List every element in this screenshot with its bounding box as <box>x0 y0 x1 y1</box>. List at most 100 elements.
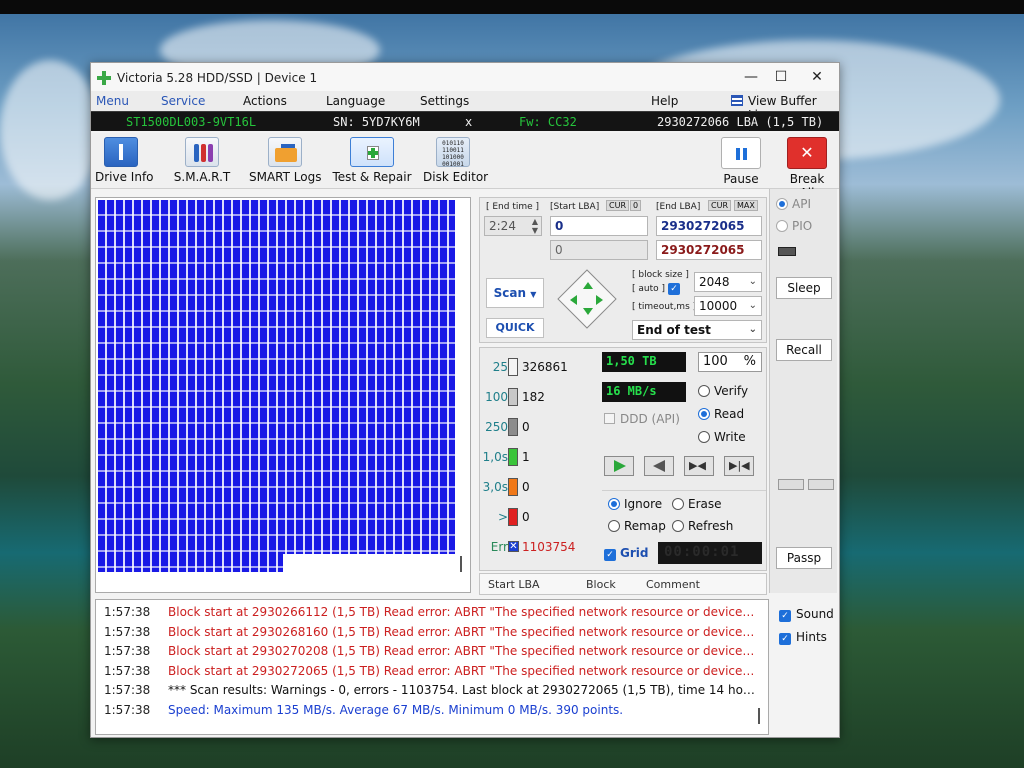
recall-button[interactable]: Recall <box>776 339 832 361</box>
remap-radio[interactable]: Remap <box>608 519 666 533</box>
menu-menu[interactable]: Menu <box>96 94 129 108</box>
radio-dot <box>672 520 684 532</box>
legend-swatch[interactable] <box>508 448 518 466</box>
end-max-badge[interactable]: MAX <box>734 200 758 211</box>
log-entry[interactable]: 1:57:38 Block start at 2930272065 (1,5 TB… <box>96 662 768 682</box>
direction-pad[interactable] <box>557 269 617 329</box>
jump-button[interactable]: ▶◀ <box>684 456 714 476</box>
end-lba-field[interactable]: 2930272065 <box>656 216 762 236</box>
drive-info-icon <box>104 137 138 167</box>
arrow-left-icon[interactable] <box>570 295 577 305</box>
legend-row: 3,0s 0 <box>480 478 600 498</box>
scan-button[interactable]: Scan ▼ <box>486 278 544 308</box>
log-entry[interactable]: 1:57:38 Speed: Maximum 135 MB/s. Average … <box>96 701 768 721</box>
legend-swatch[interactable] <box>508 358 518 376</box>
scan-blocks-last-row <box>98 552 283 572</box>
col-start-lba[interactable]: Start LBA <box>488 578 540 591</box>
hints-checkbox[interactable]: ✓ Hints <box>779 630 827 645</box>
log-entry[interactable]: 1:57:38 Block start at 2930266112 (1,5 TB… <box>96 603 768 623</box>
legend-swatch[interactable] <box>508 418 518 436</box>
refresh-radio[interactable]: Refresh <box>672 519 733 533</box>
radio-dot <box>698 431 710 443</box>
sleep-button[interactable]: Sleep <box>776 277 832 299</box>
ignore-radio[interactable]: Ignore <box>608 497 662 511</box>
legend-swatch[interactable] <box>508 508 518 526</box>
read-radio[interactable]: Read <box>698 407 744 421</box>
write-radio[interactable]: Write <box>698 430 746 444</box>
speed-display: 16 MB/s <box>602 382 686 402</box>
menu-language[interactable]: Language <box>326 94 385 108</box>
test-repair-icon <box>350 137 394 167</box>
log-entry[interactable]: 1:57:38 Block start at 2930270208 (1,5 TB… <box>96 642 768 662</box>
pio-radio[interactable]: PIO <box>776 219 812 233</box>
end-button[interactable]: ▶|◀ <box>724 456 754 476</box>
close-button[interactable]: ✕ <box>803 67 831 87</box>
monitor-bezel <box>0 0 1024 14</box>
title-bar: Victoria 5.28 HDD/SSD | Device 1 — ☐ ✕ <box>91 63 839 91</box>
play-button[interactable] <box>604 456 634 476</box>
arrow-up-icon[interactable] <box>583 282 593 289</box>
legend-swatch[interactable]: ✕ <box>508 541 519 552</box>
menu-actions[interactable]: Actions <box>243 94 287 108</box>
api-radio[interactable]: API <box>776 197 811 211</box>
passp-button[interactable]: Passp <box>776 547 832 569</box>
arrow-down-icon[interactable] <box>583 308 593 315</box>
end-cur-badge[interactable]: CUR <box>708 200 731 211</box>
start-zero-badge[interactable]: 0 <box>630 200 642 211</box>
timeout-label: [ timeout,ms ] <box>632 302 697 312</box>
log-scrollbar[interactable] <box>758 708 760 724</box>
grid-scrollbar[interactable] <box>460 556 462 572</box>
spinner-icon[interactable]: ▲ ▼ <box>532 217 538 235</box>
end-time-label: [ End time ] <box>486 202 540 212</box>
sound-label: Sound <box>796 607 834 621</box>
tool-disk-editor[interactable]: 010110 110011 101000 001001 Disk Editor <box>423 137 488 184</box>
arrow-right-icon[interactable] <box>596 295 603 305</box>
end-action-select[interactable]: End of test ⌄ <box>632 320 762 340</box>
start-lba-current: 0 <box>550 240 648 260</box>
legend-swatch[interactable] <box>508 478 518 496</box>
write-label: Write <box>714 430 746 444</box>
legend-swatch[interactable] <box>508 388 518 406</box>
disk-editor-icon: 010110 110011 101000 001001 <box>436 137 470 168</box>
quick-button[interactable]: QUICK <box>486 318 544 338</box>
tool-smart-logs[interactable]: SMART Logs <box>249 137 321 184</box>
col-block[interactable]: Block <box>586 578 616 591</box>
grid-label: Grid <box>620 546 649 560</box>
block-size-select[interactable]: 2048 ⌄ <box>694 272 762 292</box>
maximize-button[interactable]: ☐ <box>767 67 795 87</box>
start-lba-field[interactable]: 0 <box>550 216 648 236</box>
radio-dot <box>776 220 788 232</box>
tool-smart[interactable]: S.M.A.R.T <box>171 137 233 184</box>
wb-toggle[interactable] <box>778 479 804 490</box>
sound-checkbox[interactable]: ✓ Sound <box>779 607 834 622</box>
legend-threshold: 100 <box>485 390 508 404</box>
auto-checkbox[interactable]: ✓ <box>668 283 680 295</box>
tool-drive-info[interactable]: Drive Info <box>95 137 154 184</box>
menu-help[interactable]: Help <box>651 94 678 108</box>
log-message: Block start at 2930266112 (1,5 TB) Read … <box>168 605 758 619</box>
dpad-diamond <box>557 269 617 329</box>
grid-check-mark: ✓ <box>604 549 616 561</box>
erase-radio[interactable]: Erase <box>672 497 722 511</box>
log-time: 1:57:38 <box>104 605 151 619</box>
start-cur-badge[interactable]: CUR <box>606 200 629 211</box>
legend-count: 0 <box>522 510 530 524</box>
ddd-api-checkbox[interactable]: DDD (API) <box>604 412 680 426</box>
rd-toggle[interactable] <box>808 479 834 490</box>
minimize-button[interactable]: — <box>737 67 765 87</box>
tool-test-repair[interactable]: Test & Repair <box>331 137 413 184</box>
timeout-select[interactable]: 10000 ⌄ <box>694 296 762 316</box>
col-comment[interactable]: Comment <box>646 578 700 591</box>
log-entry[interactable]: 1:57:38 Block start at 2930268160 (1,5 TB… <box>96 623 768 643</box>
end-time-field[interactable]: 2:24 ▲ ▼ <box>484 216 542 236</box>
legend-count: 0 <box>522 420 530 434</box>
back-button[interactable] <box>644 456 674 476</box>
pause-button[interactable]: Pause <box>719 137 763 186</box>
log-entry[interactable]: 1:57:38 *** Scan results: Warnings - 0, e… <box>96 681 768 701</box>
grid-checkbox[interactable]: ✓ Grid <box>604 546 648 561</box>
menu-service[interactable]: Service <box>161 94 205 108</box>
menu-settings[interactable]: Settings <box>420 94 469 108</box>
verify-radio[interactable]: Verify <box>698 384 748 398</box>
pause-label: Pause <box>723 172 759 186</box>
end-action-value: End of test <box>637 323 711 337</box>
